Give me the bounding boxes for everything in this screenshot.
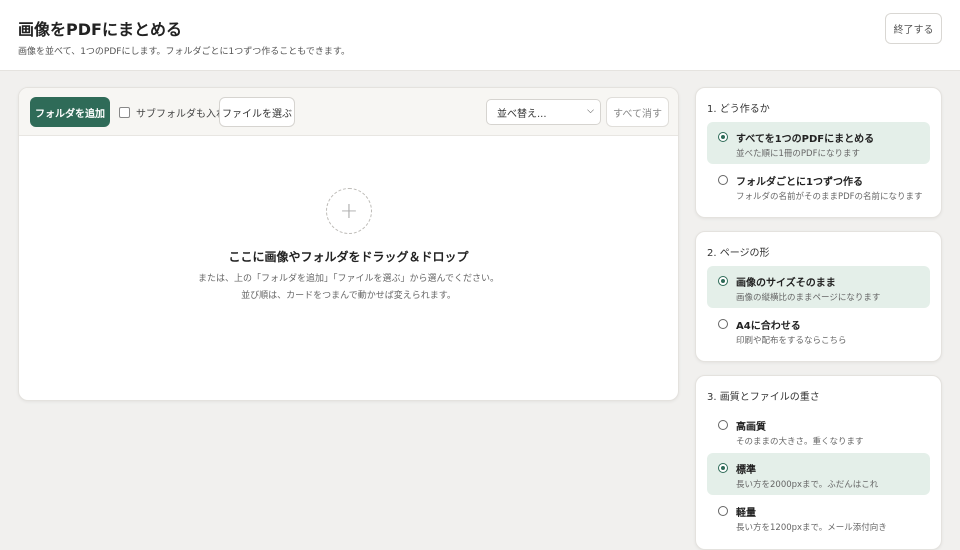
- drop-panel: フォルダを追加 サブフォルダも入れる ファイルを選ぶ 並べ替え... ⌵ すべて…: [18, 87, 679, 401]
- radio-button[interactable]: [718, 276, 728, 286]
- card-title: 3. 画質とファイルの重さ: [707, 392, 820, 403]
- radio-button[interactable]: [718, 175, 728, 185]
- option-desc: 並べた順に1冊のPDFになります: [736, 149, 860, 159]
- page-subtitle: 画像を並べて、1つのPDFにします。フォルダごとに1つずつ作ることもできます。: [18, 47, 351, 57]
- card-create-mode: 1. どう作るか すべてを1つのPDFにまとめる 並べた順に1冊のPDFになりま…: [695, 87, 942, 218]
- option-label: 高画質: [736, 422, 766, 433]
- option-label: 軽量: [736, 508, 756, 519]
- option-standard[interactable]: 標準 長い方を2000pxまで。ふだんはこれ: [707, 453, 930, 495]
- radio-button[interactable]: [718, 463, 728, 473]
- plus-icon: +: [326, 188, 372, 234]
- option-desc: そのままの大きさ。重くなります: [736, 437, 864, 447]
- radio-button[interactable]: [718, 506, 728, 516]
- option-desc: 画像の縦横比のままページになります: [736, 293, 881, 303]
- clear-all-button[interactable]: すべて消す: [606, 97, 669, 127]
- option-label: フォルダごとに1つずつ作る: [736, 177, 863, 188]
- sort-select-value: 並べ替え...: [497, 108, 547, 120]
- option-desc: フォルダの名前がそのままPDFの名前になります: [736, 192, 923, 202]
- radio-button[interactable]: [718, 319, 728, 329]
- radio-button[interactable]: [718, 132, 728, 142]
- quit-button[interactable]: 終了する: [885, 13, 942, 44]
- card-quality: 3. 画質とファイルの重さ 高画質 そのままの大きさ。重くなります 標準 長い方…: [695, 375, 942, 550]
- option-per-folder[interactable]: フォルダごとに1つずつ作る フォルダの名前がそのままPDFの名前になります: [707, 165, 930, 207]
- option-label: A4に合わせる: [736, 321, 801, 332]
- chevron-down-icon: ⌵: [587, 106, 594, 116]
- dropzone-title: ここに画像やフォルダをドラッグ＆ドロップ: [228, 250, 469, 264]
- option-single-pdf[interactable]: すべてを1つのPDFにまとめる 並べた順に1冊のPDFになります: [707, 122, 930, 164]
- dropzone-hint-2: 並び順は、カードをつまんで動かせば変えられます。: [241, 291, 456, 301]
- page-title: 画像をPDFにまとめる: [18, 20, 182, 39]
- choose-file-button[interactable]: ファイルを選ぶ: [219, 97, 295, 127]
- option-desc: 印刷や配布をするならこちら: [736, 336, 847, 346]
- option-label: 画像のサイズそのまま: [736, 278, 836, 289]
- option-label: 標準: [736, 465, 756, 476]
- option-high-quality[interactable]: 高画質 そのままの大きさ。重くなります: [707, 410, 930, 452]
- option-a4[interactable]: A4に合わせる 印刷や配布をするならこちら: [707, 309, 930, 351]
- card-title: 2. ページの形: [707, 248, 770, 259]
- sort-select[interactable]: 並べ替え... ⌵: [486, 99, 601, 125]
- card-title: 1. どう作るか: [707, 104, 770, 115]
- radio-button[interactable]: [718, 420, 728, 430]
- option-desc: 長い方を2000pxまで。ふだんはこれ: [736, 480, 879, 490]
- toolbar: フォルダを追加 サブフォルダも入れる ファイルを選ぶ 並べ替え... ⌵ すべて…: [19, 88, 678, 136]
- option-label: すべてを1つのPDFにまとめる: [736, 134, 875, 145]
- dropzone-hint-1: または、上の「フォルダを追加」「ファイルを選ぶ」から選んでください。: [197, 274, 500, 284]
- app-header: 画像をPDFにまとめる 画像を並べて、1つのPDFにします。フォルダごとに1つず…: [0, 0, 960, 71]
- option-original-size[interactable]: 画像のサイズそのまま 画像の縦横比のままページになります: [707, 266, 930, 308]
- add-folder-button[interactable]: フォルダを追加: [30, 97, 110, 127]
- option-desc: 長い方を1200pxまで。メール添付向き: [736, 523, 887, 533]
- card-page-shape: 2. ページの形 画像のサイズそのまま 画像の縦横比のままページになります A4…: [695, 231, 942, 362]
- include-subfolders-checkbox[interactable]: [119, 107, 130, 118]
- option-lightweight[interactable]: 軽量 長い方を1200pxまで。メール添付向き: [707, 496, 930, 538]
